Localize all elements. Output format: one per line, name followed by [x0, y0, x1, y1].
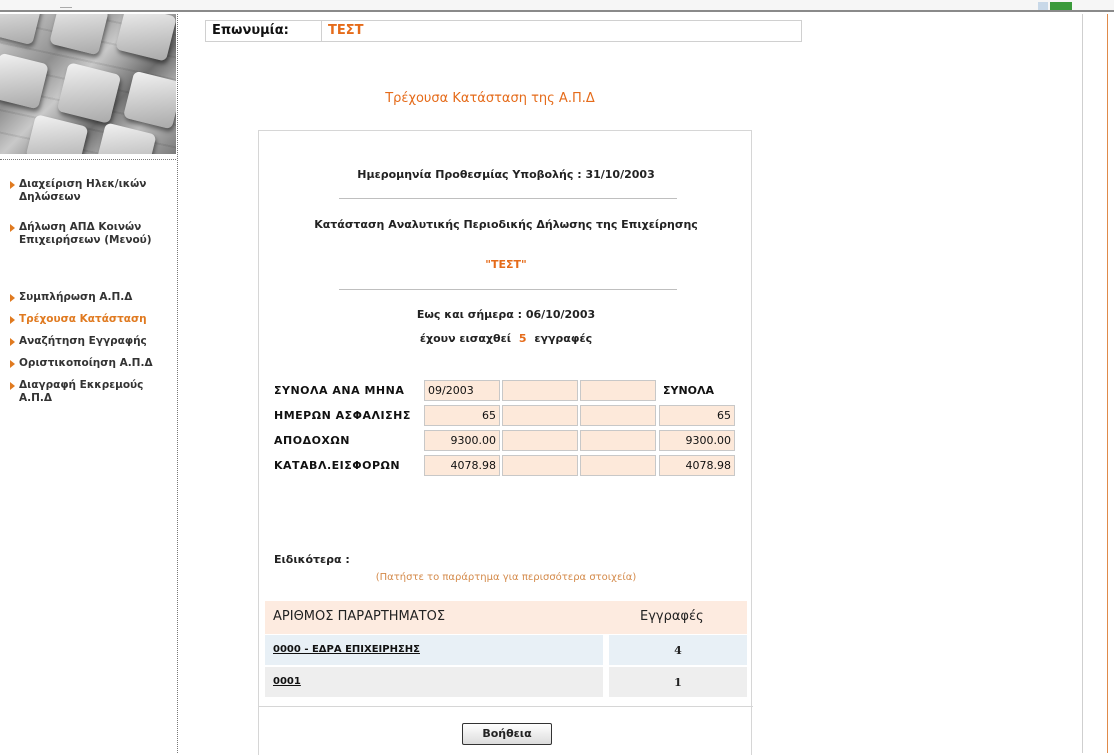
help-button[interactable]: Βοήθεια [462, 723, 552, 745]
totals-row-label: ΗΜΕΡΩΝ ΑΣΦΑΛΙΣΗΣ [274, 409, 411, 422]
company-header: Επωνυμία: ΤΕΣΤ [205, 20, 802, 42]
as-of-line: Εως και σήμερα : 06/10/2003 [259, 308, 753, 321]
branch-entry-count: 1 [674, 676, 682, 689]
company-separator [321, 21, 322, 41]
total-cell: 9300.00 [659, 430, 735, 451]
key-shape [115, 14, 176, 62]
totals-row-label: ΚΑΤΑΒΛ.ΕΙΣΦΟΡΩΝ [274, 459, 401, 472]
sidebar-item-current-status[interactable]: Τρέχουσα Κατάσταση [10, 313, 172, 326]
value-cell [502, 405, 578, 426]
totals-row: ΑΠΟΔΟΧΩΝ 9300.00 9300.00 [274, 429, 744, 452]
browser-top-bar [0, 0, 1114, 12]
top-bar-marker [60, 0, 72, 8]
totals-header-row: ΣΥΝΟΛΑ ΑΝΑ ΜΗΝΑ 09/2003 ΣΥΝΟΛΑ [274, 379, 744, 402]
value-cell: 9300.00 [424, 430, 500, 451]
sidebar-item-label: Δήλωση ΑΠΔ Κοινών Επιχειρήσεων (Μενού) [19, 221, 152, 246]
arrow-bullet-icon [10, 382, 15, 390]
value-cell [502, 455, 578, 476]
arrow-bullet-icon [10, 224, 15, 232]
sidebar-item-common-enterprises[interactable]: Δήλωση ΑΠΔ Κοινών Επιχειρήσεων (Μενού) [10, 221, 172, 247]
key-shape [122, 70, 176, 130]
value-cell: 4078.98 [424, 455, 500, 476]
divider [259, 706, 753, 707]
table-row: 0001 1 [265, 667, 747, 697]
divider [339, 198, 677, 199]
keyboard-banner-image [0, 14, 176, 154]
as-of-label: Εως και σήμερα : [416, 308, 523, 321]
totals-row-label: ΑΠΟΔΟΧΩΝ [274, 434, 350, 447]
sidebar-item-label: Διαγραφή Εκκρεμούς Α.Π.Δ [19, 379, 144, 404]
sidebar-item-search-entry[interactable]: Αναζήτηση Εγγραφής [10, 335, 172, 348]
status-heading: Κατάσταση Αναλυτικής Περιοδικής Δήλωσης … [314, 218, 698, 231]
deadline-label: Ημερομηνία Προθεσμίας Υποβολής : [357, 168, 582, 181]
key-shape [0, 52, 49, 110]
month-cell [502, 380, 578, 401]
totals-row: ΚΑΤΑΒΛ.ΕΙΣΦΟΡΩΝ 4078.98 4078.98 [274, 454, 744, 477]
entered-count: 5 [518, 332, 527, 345]
sidebar-item-label: Συμπλήρωση Α.Π.Δ [19, 291, 133, 303]
value-cell [580, 430, 656, 451]
company-name: ΤΕΣΤ [328, 23, 364, 38]
sidebar-item-label: Οριστικοποίηση Α.Π.Δ [19, 357, 153, 369]
totals-row: ΗΜΕΡΩΝ ΑΣΦΑΛΙΣΗΣ 65 65 [274, 404, 744, 427]
key-shape [0, 14, 43, 46]
arrow-bullet-icon [10, 181, 15, 189]
sidebar-item-label: Τρέχουσα Κατάσταση [19, 313, 147, 325]
top-bar-status-icon [1050, 2, 1072, 10]
as-of-value: 06/10/2003 [525, 308, 596, 321]
totals-row-label: ΣΥΝΟΛΑ ΑΝΑ ΜΗΝΑ [274, 384, 405, 397]
month-cell: 09/2003 [424, 380, 500, 401]
sidebar-item-electronic-declarations[interactable]: Διαχείριση Ηλεκ/ικών Δηλώσεων [10, 178, 172, 204]
company-label: Επωνυμία: [212, 23, 289, 38]
value-cell [580, 405, 656, 426]
frame-divider [1082, 14, 1083, 753]
deadline-line: Ημερομηνία Προθεσμίας Υποβολής : 31/10/2… [259, 168, 753, 181]
branch-link[interactable]: 0001 [273, 676, 301, 687]
entered-line: έχουν εισαχθεί 5 εγγραφές [259, 332, 753, 345]
company-quoted: "ΤΕΣΤ" [485, 258, 527, 271]
total-cell: 4078.98 [659, 455, 735, 476]
arrow-bullet-icon [10, 360, 15, 368]
column-header-entries: Εγγραφές [640, 609, 704, 624]
month-cell [580, 380, 656, 401]
deadline-value: 31/10/2003 [585, 168, 655, 181]
value-cell [580, 455, 656, 476]
branch-entry-count: 4 [674, 644, 682, 657]
sidebar-item-delete-pending[interactable]: Διαγραφή Εκκρεμούς Α.Π.Δ [10, 379, 172, 405]
key-shape [95, 122, 157, 154]
sidebar-item-label: Διαχείριση Ηλεκ/ικών Δηλώσεων [19, 178, 147, 203]
status-panel: Ημερομηνία Προθεσμίας Υποβολής : 31/10/2… [258, 130, 753, 755]
key-shape [25, 114, 89, 154]
total-cell: 65 [659, 405, 735, 426]
key-shape [49, 14, 109, 56]
sidebar: Διαχείριση Ηλεκ/ικών Δηλώσεων Δήλωση ΑΠΔ… [0, 14, 178, 753]
entered-prefix: έχουν εισαχθεί [419, 332, 511, 345]
sidebar-item-fill-apd[interactable]: Συμπλήρωση Α.Π.Δ [10, 291, 172, 304]
divider [339, 289, 677, 290]
sidebar-item-finalize-apd[interactable]: Οριστικοποίηση Α.Π.Δ [10, 357, 172, 370]
arrow-bullet-icon [10, 316, 15, 324]
branches-table-header: ΑΡΙΘΜΟΣ ΠΑΡΑΡΤΗΜΑΤΟΣ Εγγραφές [265, 601, 747, 634]
arrow-bullet-icon [10, 338, 15, 346]
totals-header-cell: ΣΥΝΟΛΑ [659, 380, 735, 401]
value-cell [502, 430, 578, 451]
page-title: Τρέχουσα Κατάσταση της Α.Π.Δ [385, 91, 595, 106]
frame-scroll-edge[interactable] [1107, 14, 1114, 753]
column-header-branch: ΑΡΙΘΜΟΣ ΠΑΡΑΡΤΗΜΑΤΟΣ [273, 609, 446, 624]
banner-divider [0, 154, 176, 160]
sidebar-item-label: Αναζήτηση Εγγραφής [19, 335, 147, 347]
branch-link[interactable]: 0000 - ΕΔΡΑ ΕΠΙΧΕΙΡΗΣΗΣ [273, 644, 420, 655]
entered-suffix: εγγραφές [534, 332, 593, 345]
value-cell: 65 [424, 405, 500, 426]
top-bar-indicator [1038, 2, 1048, 10]
details-label: Ειδικότερα : [274, 553, 350, 566]
table-row: 0000 - ΕΔΡΑ ΕΠΙΧΕΙΡΗΣΗΣ 4 [265, 635, 747, 665]
details-hint: (Πατήστε το παράρτημα για περισσότερα στ… [375, 572, 637, 583]
arrow-bullet-icon [10, 294, 15, 302]
key-shape [56, 62, 122, 124]
